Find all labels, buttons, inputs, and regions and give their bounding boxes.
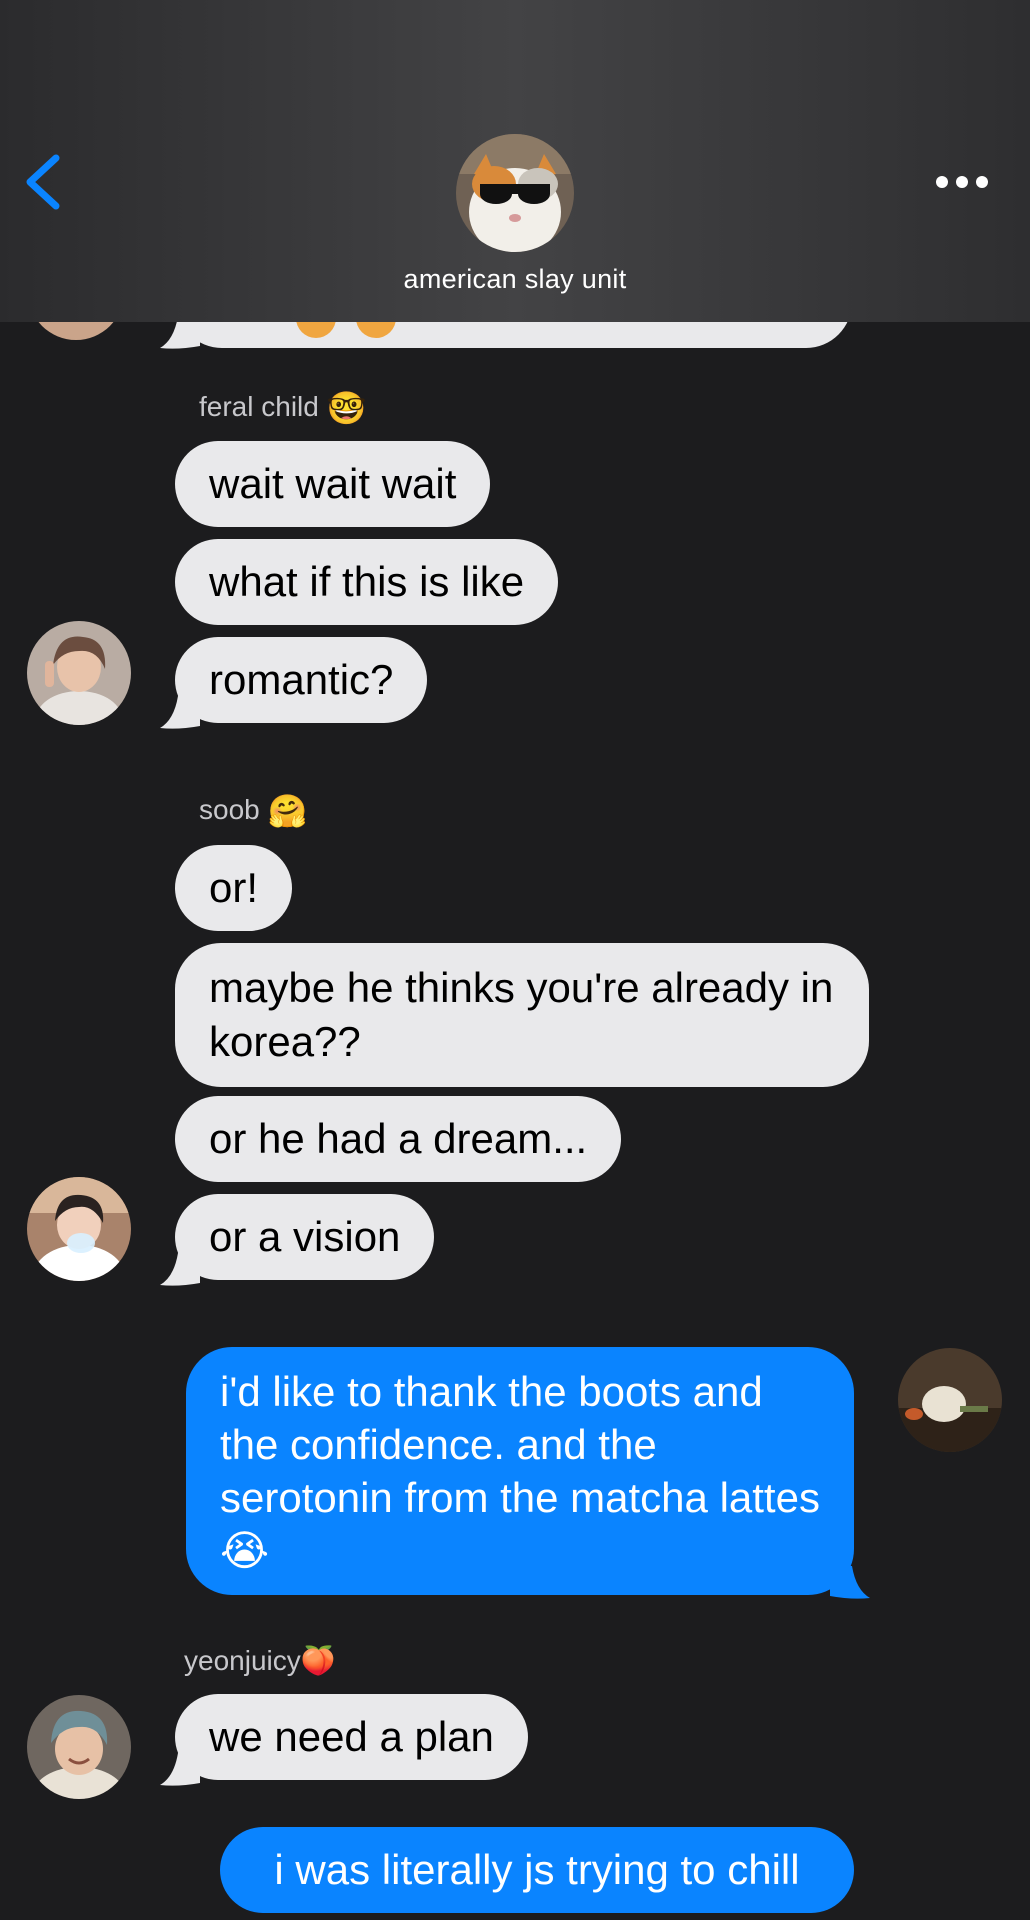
message-bubble[interactable]: or he had a dream... (175, 1096, 622, 1182)
message-text: maybe he thinks you're already in korea?… (209, 964, 834, 1065)
message-bubble[interactable]: maybe he thinks you're already in korea?… (175, 943, 869, 1087)
hugging-face-emoji: 🤗 (267, 793, 308, 829)
group-avatar[interactable] (456, 134, 574, 252)
sender-name: feral child 🤓 (199, 390, 367, 425)
my-message-bubble[interactable]: i was literally js trying to chill (220, 1827, 854, 1913)
sender-name: yeonjuicy🍑 (184, 1644, 336, 1678)
message-bubble[interactable]: wait wait wait (175, 441, 491, 527)
message-text: romantic? (209, 656, 394, 703)
message-bubble[interactable]: or! (175, 845, 293, 931)
chat-header: american slay unit (0, 0, 1030, 322)
message-text: i was literally js trying to chill (274, 1846, 800, 1893)
message-bubble[interactable]: or a vision (175, 1194, 435, 1280)
avatar-feral-child[interactable] (27, 621, 131, 725)
message-text: or a vision (209, 1213, 401, 1260)
ellipsis-icon (936, 176, 988, 188)
group-name[interactable]: american slay unit (0, 264, 1030, 295)
chevron-left-icon (26, 154, 60, 210)
message-text: i'd like to thank the boots and the conf… (220, 1368, 820, 1574)
message-text: what if this is like (209, 558, 525, 605)
message-text: wait wait wait (209, 460, 457, 507)
bubble-tail (160, 696, 200, 729)
bubble-tail (160, 1253, 200, 1286)
more-options-button[interactable] (930, 168, 994, 196)
sender-label: soob (199, 794, 260, 825)
sender-label: feral child (199, 391, 319, 422)
message-bubble[interactable]: romantic? (175, 637, 428, 723)
message-bubble[interactable]: what if this is like (175, 539, 559, 625)
avatar-me[interactable] (898, 1348, 1002, 1452)
avatar-yeonjuicy[interactable] (27, 1695, 131, 1799)
message-text: or he had a dream... (209, 1115, 588, 1162)
bubble-tail (160, 1753, 200, 1786)
message-text: we need a plan (209, 1713, 494, 1760)
message-bubble[interactable]: we need a plan (175, 1694, 528, 1780)
sender-label: yeonjuicy🍑 (184, 1645, 336, 1676)
nerd-face-emoji: 🤓 (326, 390, 367, 426)
avatar-soob[interactable] (27, 1177, 131, 1281)
bubble-tail (830, 1566, 870, 1599)
sender-name: soob 🤗 (199, 793, 308, 828)
chat-screen: feral child 🤓 wait wait wait what if this… (0, 0, 1030, 1920)
back-button[interactable] (18, 150, 74, 214)
message-text: or! (209, 864, 259, 911)
my-message-bubble[interactable]: i'd like to thank the boots and the conf… (186, 1347, 854, 1595)
